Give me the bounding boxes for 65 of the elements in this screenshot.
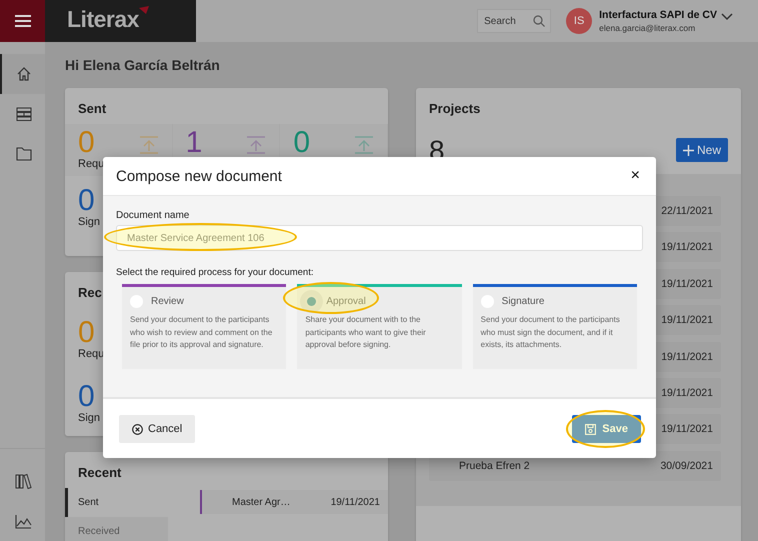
menu-icon bbox=[14, 15, 30, 27]
user-email: elena.garcia@literax.com bbox=[599, 23, 696, 33]
dialog-title: Compose new document bbox=[116, 168, 282, 184]
search-field[interactable]: Search bbox=[477, 9, 552, 33]
project-date: 22/11/2021 bbox=[661, 205, 713, 217]
process-option[interactable]: Signature Send your document to the participants who must sign the document, and if it exists, its attachments. bbox=[472, 284, 637, 369]
stat-label: Sign bbox=[78, 216, 100, 228]
field-label: Document name bbox=[116, 210, 190, 221]
process-option[interactable]: Review Send your document to the participants who wish to review and comment on the file prior to its approval and signature. bbox=[122, 284, 286, 369]
document-date: 19/11/2021 bbox=[330, 496, 380, 508]
process-option[interactable]: Approval Share your document with to the participants who want to give their approval before signing. bbox=[297, 284, 462, 369]
stat-number: 0 bbox=[78, 128, 96, 158]
stat-number: 0 bbox=[78, 186, 96, 216]
tab[interactable]: Received bbox=[65, 517, 168, 541]
project-date: 19/11/2021 bbox=[661, 386, 713, 399]
project-date: 30/09/2021 bbox=[660, 460, 713, 472]
stat-label: Sign bbox=[78, 412, 100, 424]
folder-icon bbox=[16, 147, 32, 161]
project-date: 19/11/2021 bbox=[661, 423, 713, 436]
stat-label: Requ bbox=[78, 158, 104, 170]
chevron-down-icon[interactable] bbox=[721, 13, 733, 21]
stat-number: 0 bbox=[78, 318, 96, 348]
option-title: Signature bbox=[502, 296, 544, 307]
stat-number: 0 bbox=[293, 128, 310, 158]
books-icon bbox=[15, 473, 32, 489]
cancel-button[interactable]: Cancel bbox=[119, 415, 196, 443]
option-title: Approval bbox=[326, 296, 366, 307]
card-title: Projects bbox=[428, 100, 482, 118]
upload-tray-icon bbox=[138, 136, 160, 154]
search-icon bbox=[533, 15, 546, 27]
new-button[interactable]: New bbox=[676, 138, 728, 162]
upload-tray-icon bbox=[353, 136, 376, 154]
option-description: Send your document to the participants who must sign the document, and if it exists, its attachments. bbox=[480, 314, 621, 351]
home-icon bbox=[16, 66, 32, 82]
upload-tray-icon bbox=[245, 136, 268, 154]
project-date: 19/11/2021 bbox=[661, 241, 713, 254]
card-title: Recent bbox=[77, 464, 122, 482]
plus-icon bbox=[682, 144, 694, 156]
table-icon bbox=[16, 106, 32, 122]
close-circle-icon bbox=[132, 424, 143, 434]
radio-button[interactable] bbox=[305, 295, 318, 308]
line-chart-icon bbox=[15, 514, 32, 528]
project-name: Prueba Efren 2 bbox=[459, 460, 530, 472]
avatar[interactable]: IS bbox=[566, 8, 592, 34]
card-title: Rec bbox=[77, 284, 103, 302]
recent-row[interactable]: Master Agr… 19/11/2021 bbox=[200, 490, 388, 514]
document-name: Master Agr… bbox=[232, 496, 292, 508]
sidebar-item[interactable] bbox=[0, 54, 45, 94]
menu-button[interactable] bbox=[0, 0, 45, 42]
card-title: Sent bbox=[77, 100, 108, 118]
close-button[interactable]: × bbox=[630, 167, 640, 185]
project-date: 19/11/2021 bbox=[661, 278, 713, 290]
company-name: Interfactura SAPI de CV bbox=[599, 9, 717, 21]
option-title: Review bbox=[151, 296, 184, 307]
stat-number: 1 bbox=[186, 128, 202, 158]
option-description: Share your document with to the participants who want to give their approval before signing. bbox=[305, 314, 427, 351]
greeting: Hi Elena García Beltrán bbox=[65, 57, 221, 73]
flag-icon bbox=[138, 6, 149, 14]
stat-label: Requ bbox=[78, 348, 104, 360]
project-date: 19/11/2021 bbox=[661, 350, 713, 363]
project-date: 19/11/2021 bbox=[661, 314, 713, 326]
option-description: Send your document to the participants who wish to review and comment on the file prior to its approval and signature. bbox=[130, 314, 274, 351]
process-prompt: Select the required process for your document: bbox=[116, 267, 314, 278]
stat-number: 0 bbox=[78, 382, 96, 412]
logo: Literax bbox=[67, 6, 139, 33]
